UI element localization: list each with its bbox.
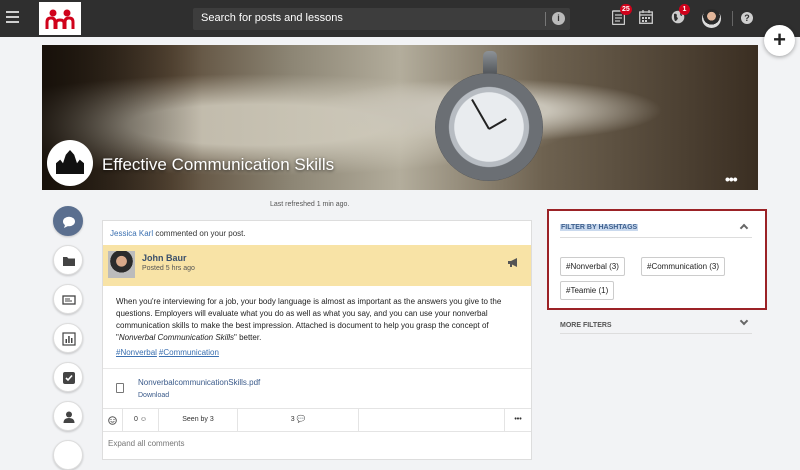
post-body-end: " better. bbox=[234, 333, 262, 342]
members-tab[interactable] bbox=[53, 401, 83, 431]
search-input[interactable]: Search for posts and lessons bbox=[201, 12, 343, 24]
bar-chart-icon bbox=[62, 332, 76, 346]
group-avatar[interactable] bbox=[47, 140, 93, 186]
last-refreshed: Last refreshed 1 min ago. bbox=[270, 201, 350, 208]
notifications-badge: 25 bbox=[620, 4, 632, 15]
globe-button[interactable]: 1 bbox=[671, 4, 690, 26]
post-timestamp: Posted 5 hrs ago bbox=[142, 265, 195, 272]
expand-comments-link[interactable]: Expand all comments bbox=[108, 439, 184, 448]
person-icon bbox=[63, 411, 75, 423]
top-bar: Search for posts and lessons i 25 1 ? bbox=[0, 0, 800, 37]
folders-tab[interactable] bbox=[53, 245, 83, 275]
checkbox-icon bbox=[63, 372, 75, 384]
notice-user-link[interactable]: Jessica Karl bbox=[110, 229, 153, 238]
download-link[interactable]: Download bbox=[138, 392, 169, 399]
chat-bubble-icon bbox=[63, 216, 75, 228]
hashtag-chip[interactable]: #Communication (3) bbox=[641, 257, 726, 276]
user-avatar[interactable] bbox=[702, 9, 721, 28]
seen-by[interactable]: Seen by 3 bbox=[159, 409, 238, 431]
author-avatar[interactable] bbox=[108, 251, 135, 278]
create-button[interactable]: + bbox=[764, 25, 795, 56]
posts-tab[interactable] bbox=[53, 206, 83, 236]
comments-button[interactable]: 3 💬 bbox=[238, 409, 359, 431]
reaction-count-value: 0 bbox=[133, 416, 138, 423]
more-filters-toggle[interactable]: MORE FILTERS bbox=[560, 322, 612, 329]
search-bar[interactable]: Search for posts and lessons i bbox=[193, 8, 570, 30]
post-author-bar: John Baur Posted 5 hrs ago bbox=[103, 245, 531, 286]
tag-link[interactable]: #Nonverbal bbox=[116, 348, 157, 357]
divider bbox=[103, 368, 531, 369]
calendar-icon bbox=[639, 10, 653, 24]
author-name[interactable]: John Baur bbox=[142, 253, 187, 263]
pocket-watch-image bbox=[435, 73, 543, 181]
hashtag-chip[interactable]: #Teamie (1) bbox=[560, 281, 615, 300]
calendar-button[interactable] bbox=[639, 10, 655, 26]
post-notice: Jessica Karl commented on your post. bbox=[110, 229, 246, 238]
tasks-tab[interactable] bbox=[53, 362, 83, 392]
post-body-italic: Nonverbal Communication Skills bbox=[118, 333, 234, 342]
chevron-up-icon[interactable] bbox=[739, 223, 749, 233]
action-spacer bbox=[359, 409, 505, 431]
chevron-down-icon[interactable] bbox=[739, 316, 749, 326]
app-logo[interactable] bbox=[39, 2, 81, 35]
notice-text: commented on your post. bbox=[153, 229, 246, 238]
hashtag-chip[interactable]: #Nonverbal (3) bbox=[560, 257, 625, 276]
post-action-bar: 0 ☺ Seen by 3 3 💬 ••• bbox=[103, 408, 531, 432]
file-icon bbox=[116, 383, 124, 393]
divider bbox=[560, 237, 752, 238]
reaction-button[interactable] bbox=[103, 409, 123, 431]
smiley-icon: ☺ bbox=[139, 416, 147, 423]
post-card: Jessica Karl commented on your post. Joh… bbox=[102, 220, 532, 460]
banner-more-button[interactable]: ••• bbox=[725, 171, 738, 187]
classroom-tab[interactable] bbox=[53, 284, 83, 314]
megaphone-icon bbox=[508, 258, 517, 267]
smiley-icon bbox=[108, 416, 117, 425]
search-divider bbox=[545, 12, 546, 26]
more-tab[interactable] bbox=[53, 440, 83, 470]
post-tags: #Nonverbal #Communication bbox=[116, 348, 221, 357]
attachment-name[interactable]: NonverbalcommunicationSkills.pdf bbox=[138, 378, 260, 387]
reaction-count[interactable]: 0 ☺ bbox=[123, 409, 159, 431]
notifications-button[interactable]: 25 bbox=[611, 4, 632, 26]
topbar-divider bbox=[732, 11, 733, 26]
post-more-button[interactable]: ••• bbox=[505, 409, 531, 431]
tag-link[interactable]: #Communication bbox=[159, 348, 219, 357]
globe-badge: 1 bbox=[679, 4, 690, 15]
help-icon[interactable]: ? bbox=[741, 12, 753, 24]
hashtag-filter-panel: FILTER BY HASHTAGS #Nonverbal (3) #Commu… bbox=[547, 209, 767, 310]
comment-icon: 💬 bbox=[296, 416, 306, 423]
folder-icon bbox=[63, 257, 75, 266]
post-body: When you're interviewing for a job, your… bbox=[116, 296, 523, 344]
menu-icon[interactable] bbox=[6, 11, 19, 25]
divider bbox=[560, 333, 752, 334]
comments-count: 3 bbox=[290, 416, 295, 423]
analytics-tab[interactable] bbox=[53, 323, 83, 353]
group-title: Effective Communication Skills bbox=[102, 155, 335, 174]
board-icon bbox=[62, 295, 76, 305]
group-banner: Effective Communication Skills ••• bbox=[42, 45, 758, 190]
filter-title: FILTER BY HASHTAGS bbox=[560, 224, 639, 231]
info-icon[interactable]: i bbox=[552, 12, 565, 25]
